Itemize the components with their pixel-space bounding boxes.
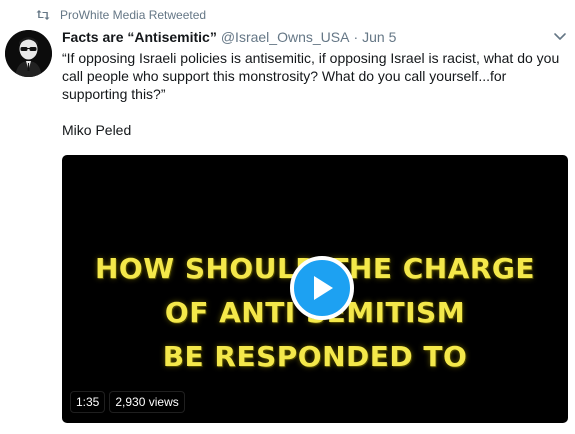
retweet-context[interactable]: ProWhite Media Retweeted <box>36 7 206 23</box>
video-player[interactable]: HOW SHOULD THE CHARGE OF ANTI SEMITISM B… <box>62 155 568 423</box>
avatar-image <box>5 30 52 77</box>
video-view-count: 2,930 views <box>109 391 185 413</box>
video-duration: 1:35 <box>70 391 106 413</box>
author-handle[interactable]: @Israel_Owns_USA <box>221 29 350 45</box>
tweet-card[interactable]: ProWhite Media Retweeted Facts are “Anti… <box>0 0 575 434</box>
retweet-label: ProWhite Media Retweeted <box>60 8 207 22</box>
play-button[interactable] <box>290 256 354 320</box>
video-meta: 1:35 2,930 views <box>70 391 185 413</box>
author-display-name[interactable]: Facts are “Antisemitic” <box>62 29 217 45</box>
retweet-icon <box>36 10 50 20</box>
video-title-line: BE RESPONDED TO <box>162 340 468 373</box>
avatar[interactable] <box>5 30 52 77</box>
tweet-signature: Miko Peled <box>62 122 132 138</box>
tweet-quote: “If opposing Israeli policies is antisem… <box>62 50 560 102</box>
tweet-body: “If opposing Israeli policies is antisem… <box>62 49 562 139</box>
tweet-timestamp[interactable]: Jun 5 <box>362 29 396 45</box>
tweet-header: Facts are “Antisemitic” @Israel_Owns_USA… <box>62 27 567 47</box>
play-icon <box>314 276 333 300</box>
separator-dot: · <box>353 29 359 45</box>
chevron-down-icon[interactable] <box>553 29 567 43</box>
